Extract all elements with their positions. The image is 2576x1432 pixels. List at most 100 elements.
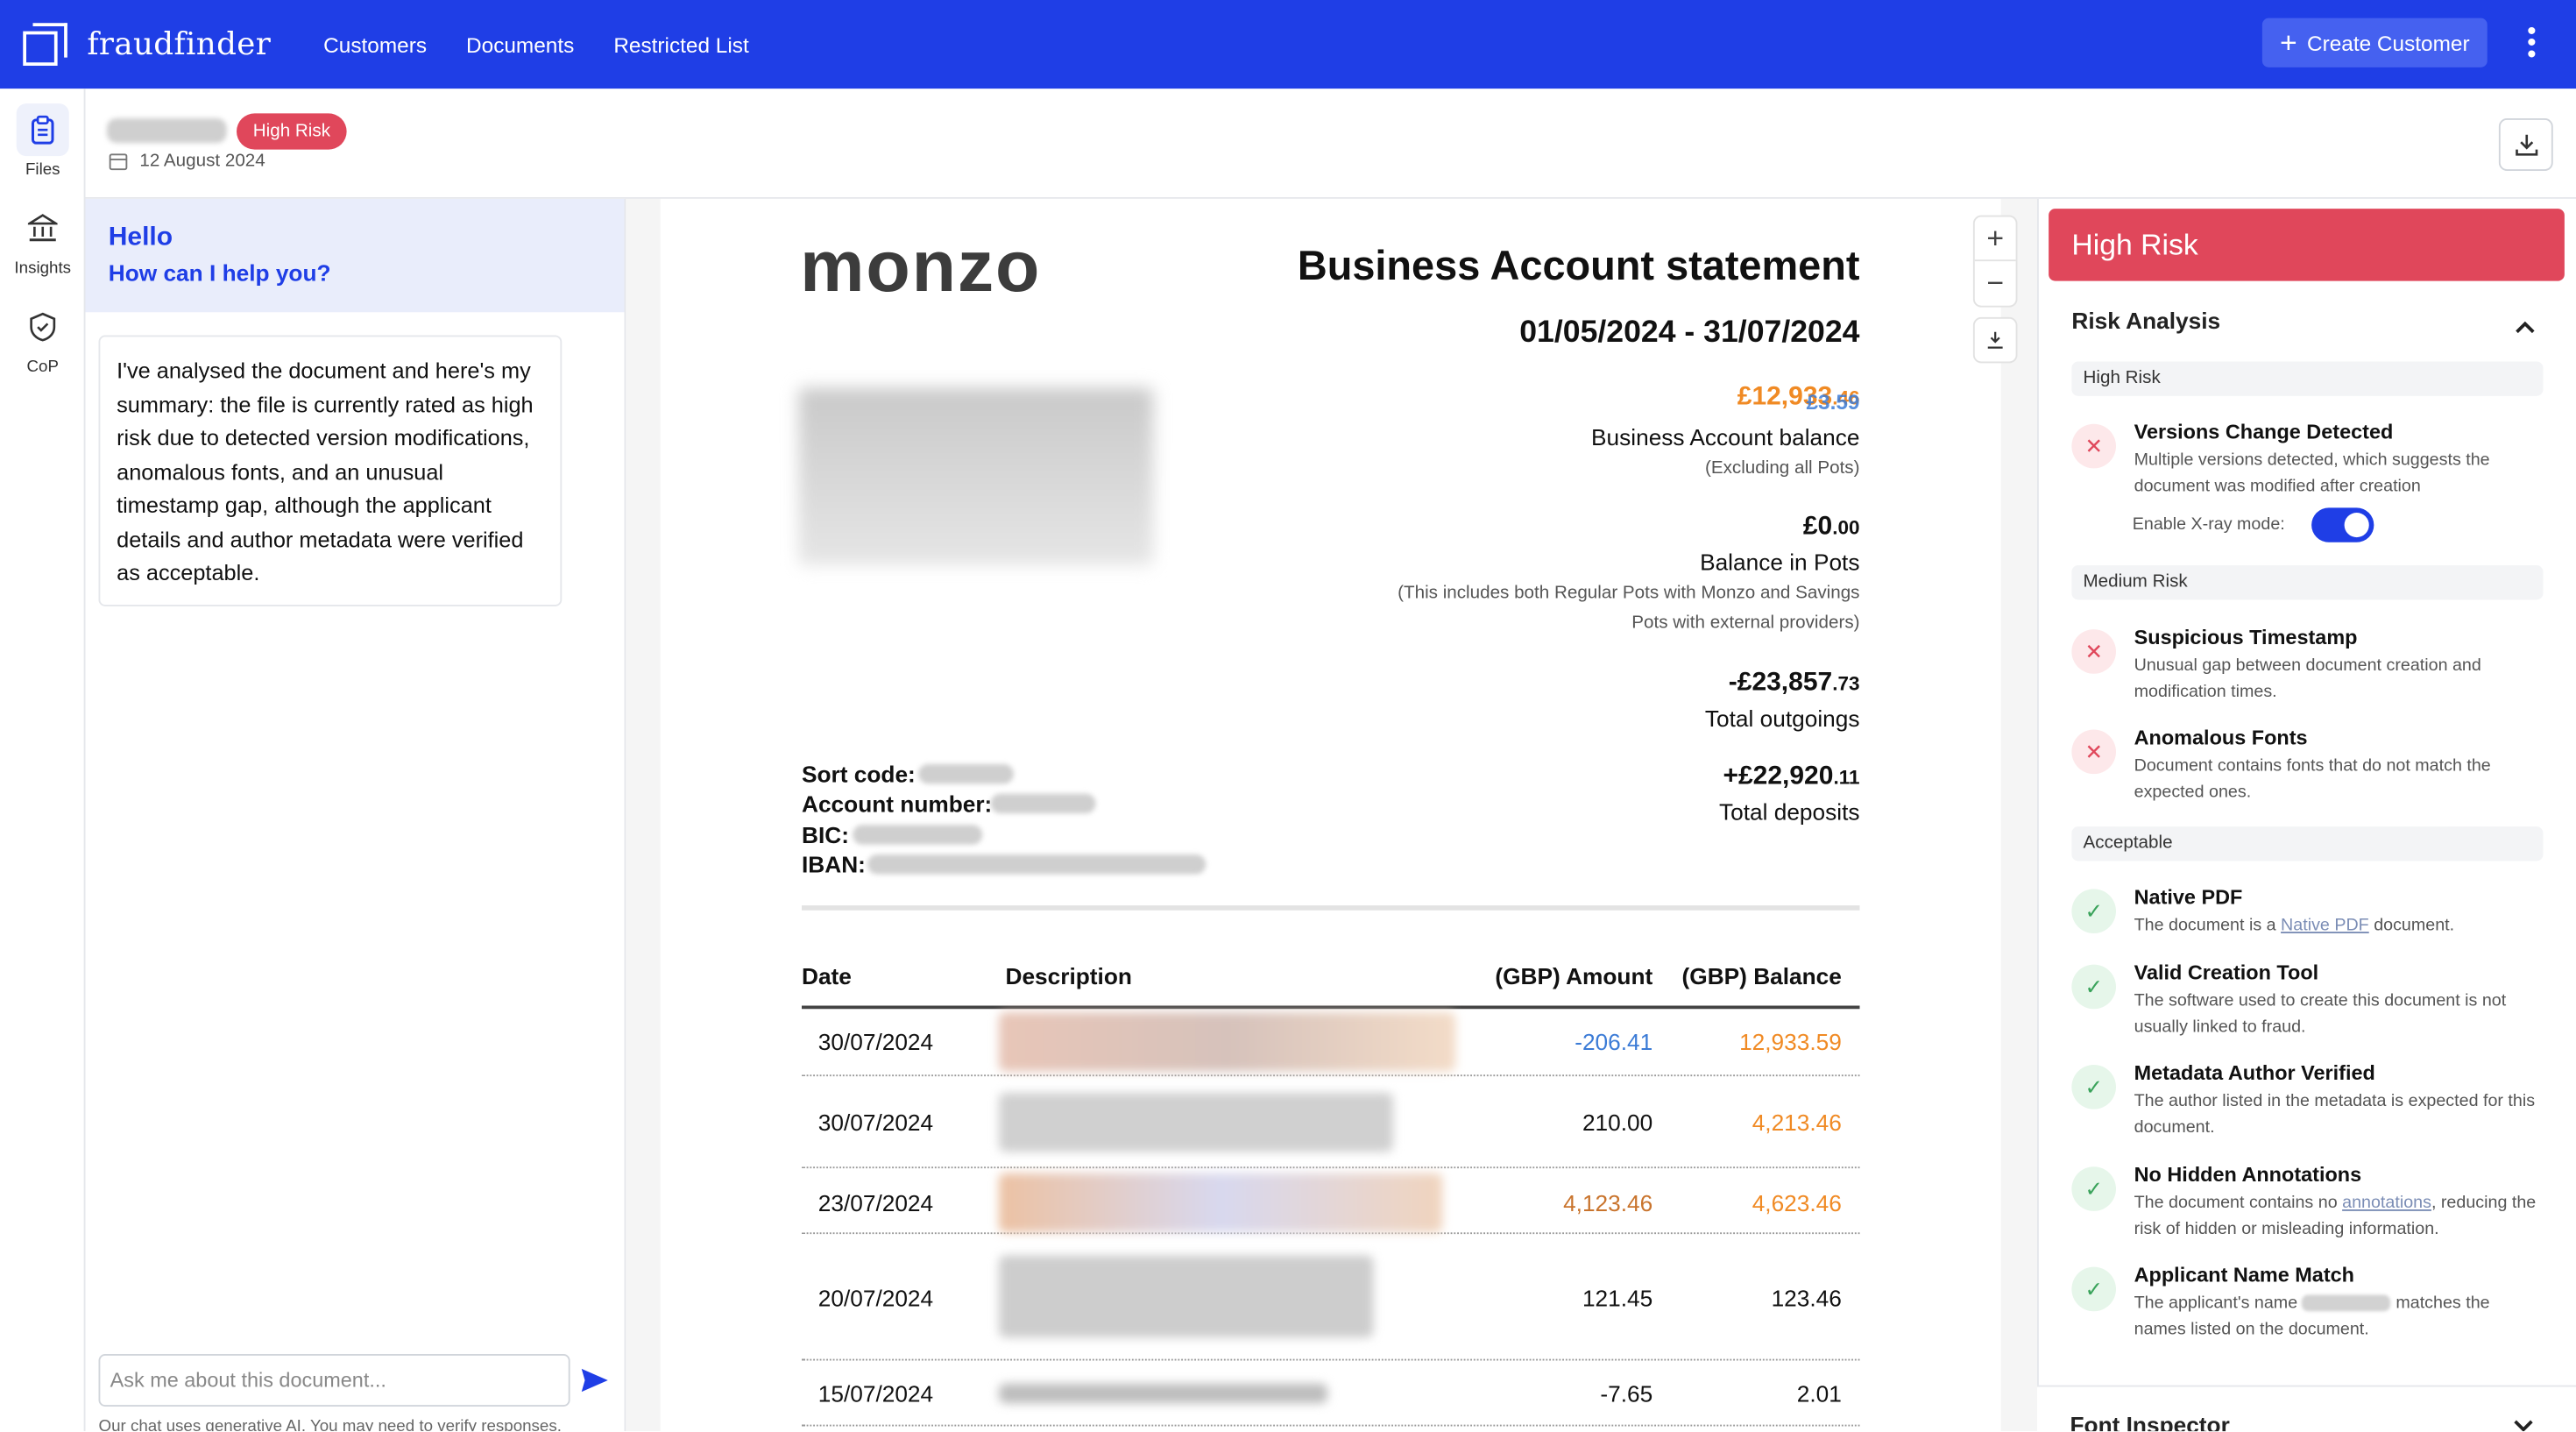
toggle-knob — [2344, 513, 2369, 538]
brand-logo[interactable]: fraudfinder — [23, 23, 271, 66]
check-icon: ✓ — [2071, 889, 2116, 933]
section-acceptable: Acceptable — [2071, 826, 2544, 861]
row-amount: 4,123.46 — [1563, 1189, 1653, 1216]
row-amount: 121.45 — [1582, 1285, 1653, 1312]
rail-item-insights[interactable]: Insights — [0, 202, 86, 278]
nav-customers[interactable]: Customers — [323, 32, 427, 57]
balance-label: Business Account balance — [1591, 423, 1860, 450]
col-balance: (GBP) Balance — [1681, 962, 1842, 989]
plus-icon: + — [2280, 26, 2297, 60]
rail-label-cop: CoP — [26, 358, 59, 377]
table-row[interactable]: 23/07/2024 4,123.46 4,623.46 — [802, 1168, 1860, 1235]
balance-note: (Excluding all Pots) — [1704, 458, 1860, 479]
risk-item-description: Multiple versions detected, which sugges… — [2134, 450, 2490, 496]
zoom-out-icon[interactable]: − — [1975, 261, 2016, 306]
row-balance: 12,933.59 — [1739, 1028, 1842, 1055]
table-row[interactable]: 30/07/2024 -206.41 12,933.59 — [802, 1009, 1860, 1077]
sort-code-label: Sort code: — [802, 761, 916, 788]
rail-item-cop[interactable]: CoP — [0, 301, 86, 376]
risk-item-description: The document contains no annotations, re… — [2134, 1191, 2537, 1242]
xray-toggle[interactable] — [2311, 507, 2374, 542]
risk-item-title: Metadata Author Verified — [2134, 1061, 2375, 1085]
native-pdf-link[interactable]: Native PDF — [2281, 915, 2369, 935]
risk-analysis-title[interactable]: Risk Analysis — [2071, 308, 2220, 334]
document-download-button[interactable] — [1972, 316, 2018, 364]
font-inspector-header[interactable]: Font Inspector — [2037, 1385, 2576, 1432]
pots-label: Balance in Pots — [1700, 549, 1860, 576]
bic-redacted — [853, 825, 983, 845]
risk-item-description: The author listed in the metadata is exp… — [2134, 1091, 2536, 1137]
row-date: 20/07/2024 — [817, 1285, 934, 1312]
customer-name-redacted — [106, 118, 227, 144]
account-number-redacted — [990, 793, 1096, 814]
zoom-in-icon[interactable]: + — [1974, 217, 2016, 262]
desc-text: The applicant's name — [2134, 1293, 2298, 1314]
bank-icon — [17, 202, 69, 255]
main-nav: Customers Documents Restricted List — [323, 32, 789, 57]
rail-label-insights: Insights — [14, 259, 72, 278]
calendar-icon — [109, 153, 128, 171]
outgoings-amount-main: -£23,857 — [1728, 669, 1833, 697]
xray-label: Enable X-ray mode: — [2132, 514, 2285, 535]
outgoings-amount: -£23,857.73 — [1479, 669, 1860, 698]
table-row[interactable]: 30/07/2024 210.00 4,213.46 — [802, 1076, 1860, 1169]
row-date: 15/07/2024 — [817, 1380, 934, 1407]
kebab-icon[interactable]: • • • — [2520, 19, 2543, 68]
download-button[interactable] — [2498, 118, 2553, 171]
account-number-label: Account number: — [802, 790, 993, 817]
iban-redacted — [867, 854, 1207, 875]
chevron-up-icon[interactable] — [2516, 312, 2536, 342]
row-amount: -7.65 — [1600, 1380, 1653, 1407]
table-row[interactable]: 20/07/2024 121.45 123.46 — [802, 1234, 1860, 1361]
row-amount: -206.41 — [1575, 1028, 1653, 1055]
sort-code-redacted — [918, 763, 1014, 784]
chat-input[interactable]: Ask me about this document... — [98, 1354, 570, 1407]
nav-documents[interactable]: Documents — [466, 32, 574, 57]
risk-item-title: Native PDF — [2134, 885, 2243, 909]
row-date: 23/07/2024 — [817, 1189, 934, 1216]
statement-period: 01/05/2024 - 31/07/2024 — [1519, 315, 1860, 351]
risk-item-description: Unusual gap between document creation an… — [2134, 656, 2481, 701]
deposits-amount: +£22,920.11 — [1479, 762, 1859, 792]
nav-restricted-list[interactable]: Restricted List — [613, 32, 748, 57]
close-icon: ✕ — [2071, 423, 2116, 469]
desc-text: The document contains no — [2134, 1193, 2343, 1213]
outgoings-label: Total outgoings — [1704, 705, 1860, 732]
shield-check-icon — [17, 301, 69, 353]
chat-panel: Hello How can I help you? I've analysed … — [85, 198, 626, 1432]
send-icon[interactable] — [580, 1367, 610, 1401]
risk-item-description: The document is a Native PDF document. — [2134, 914, 2537, 939]
balance-amount: £12,933.46 £3.59 — [1479, 383, 1860, 415]
rail-item-files[interactable]: Files — [0, 103, 86, 179]
iban-label: IBAN: — [802, 851, 866, 878]
document-header — [85, 89, 2576, 199]
check-icon: ✓ — [2071, 1166, 2116, 1211]
pots-amount: £0.00 — [1479, 513, 1860, 542]
check-icon: ✓ — [2071, 964, 2116, 1010]
description-redacted — [999, 1173, 1443, 1233]
risk-item-title: Versions Change Detected — [2134, 421, 2394, 444]
annotations-link[interactable]: annotations — [2342, 1193, 2431, 1213]
row-balance: 4,213.46 — [1752, 1109, 1842, 1136]
table-row[interactable]: 15/07/2024 -7.65 2.01 — [802, 1361, 1860, 1427]
greeting-help: How can I help you? — [108, 259, 331, 287]
deposits-label: Total deposits — [1718, 798, 1860, 826]
pots-amount-main: £0 — [1802, 513, 1833, 541]
ai-disclaimer: Our chat uses generative AI. You may nee… — [98, 1418, 562, 1432]
chevron-down-icon — [2514, 1420, 2533, 1432]
close-icon: ✕ — [2071, 629, 2116, 674]
section-high-risk: High Risk — [2071, 361, 2544, 396]
desc-text: document. — [2368, 915, 2455, 935]
description-redacted — [999, 1092, 1393, 1152]
pots-amount-pence: .00 — [1832, 515, 1860, 539]
chat-greeting: Hello How can I help you? — [85, 198, 625, 313]
row-balance: 2.01 — [1796, 1380, 1842, 1407]
risk-item-title: Applicant Name Match — [2134, 1263, 2354, 1287]
assistant-message: I've analysed the document and here's my… — [98, 335, 563, 606]
create-customer-button[interactable]: + Create Customer — [2261, 18, 2488, 67]
risk-item-title: No Hidden Annotations — [2134, 1163, 2362, 1187]
side-rail: Files Insights CoP — [0, 89, 86, 1432]
section-divider — [802, 905, 1860, 911]
risk-status-badge: High Risk — [237, 113, 347, 150]
applicant-name-redacted — [2302, 1294, 2391, 1312]
